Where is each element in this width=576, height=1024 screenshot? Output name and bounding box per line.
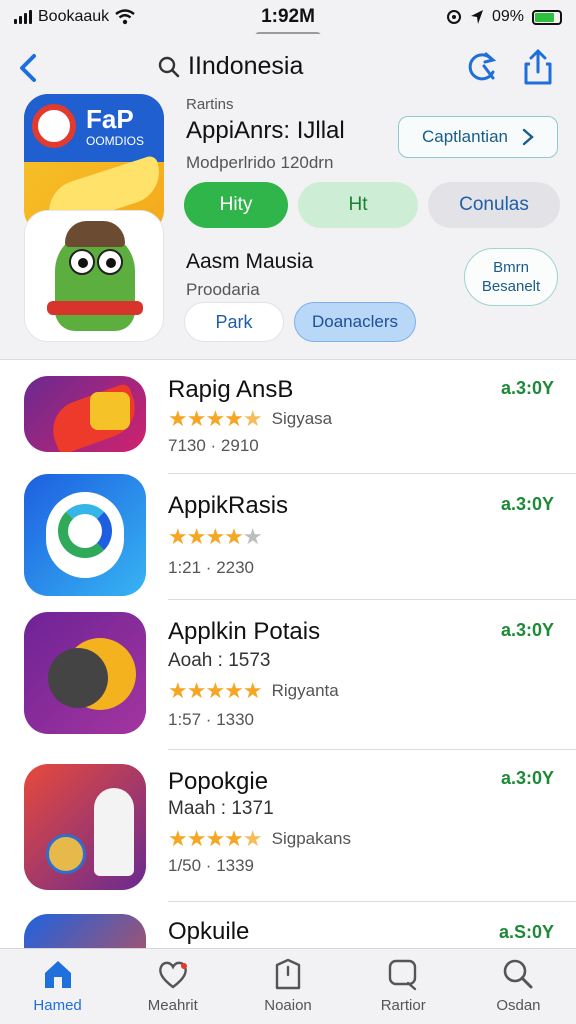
wifi-icon: [115, 9, 135, 25]
featured-app-2-info: Aasm Mausia Proodaria: [186, 250, 313, 300]
list-item[interactable]: AppikRasis ★★★★★ 1:21 · 2230 a.3:0Y: [0, 474, 576, 600]
status-left: Booka auk: [14, 8, 214, 26]
tab-search[interactable]: Osdan: [461, 949, 576, 1024]
featured-app-2-category: Proodaria: [186, 280, 260, 299]
tab-messages[interactable]: Rartior: [346, 949, 461, 1024]
rating: ★★★★★ Rigyanta: [168, 678, 339, 704]
star-rating-icon: ★★★★★: [168, 406, 263, 431]
app-stats: 1:57 · 1330: [168, 710, 255, 729]
featured-app-icon-2[interactable]: [24, 210, 164, 342]
tag-icon: [275, 958, 301, 990]
status-right: 09%: [446, 8, 562, 26]
featured-category: Rartins: [186, 96, 234, 113]
star-rating-icon: ★★★★★: [168, 524, 263, 549]
price-button[interactable]: a.3:0Y: [501, 378, 554, 399]
app-icon: [24, 764, 146, 890]
featured-app-2-button[interactable]: Bmrn Besanelt: [464, 248, 558, 306]
tab-label: Osdan: [496, 997, 541, 1014]
pill-2[interactable]: Ht: [298, 182, 418, 228]
pill-3[interactable]: Conulas: [428, 182, 560, 228]
pill-1[interactable]: Hity: [184, 182, 288, 228]
brand-logo-icon: [32, 104, 76, 148]
rating-label: Sigpakans: [271, 829, 352, 848]
tab-label: Hamed: [33, 997, 82, 1014]
rating: ★★★★★ Sigpakans: [168, 826, 351, 852]
secondary-pills: Park Doanaclers: [184, 302, 416, 342]
rating: ★★★★★: [168, 524, 263, 550]
nav-bar: IIndonesia: [0, 46, 576, 90]
filter-pills: Hity Ht Conulas: [184, 182, 560, 228]
location-icon: [470, 10, 483, 24]
search-text: IIndonesia: [188, 52, 304, 80]
status-bar: Booka auk 1:92M 09%: [0, 0, 576, 34]
battery-percent: 09%: [491, 8, 524, 25]
app-name: AppikRasis: [168, 492, 289, 519]
featured-section: IIndonesia FaP OOMDIOS Rartins AppiAnrs:…: [0, 34, 576, 360]
app-meta: Maah : 1371: [168, 798, 274, 819]
app-name: Applkin Potais: [168, 618, 321, 645]
star-rating-icon: ★★★★★: [168, 678, 263, 703]
chevron-right-icon: [522, 128, 534, 146]
eye-icon: [69, 249, 95, 275]
rating-label: Sigyasa: [271, 409, 333, 428]
app-stats: 1:21 · 2230: [168, 558, 255, 577]
chat-icon: [389, 959, 417, 991]
search-field[interactable]: IIndonesia: [158, 52, 303, 81]
app-icon: [24, 474, 146, 596]
pill-park[interactable]: Park: [184, 302, 284, 342]
icon-subtitle: OOMDIOS: [86, 134, 145, 148]
home-icon: [44, 961, 71, 988]
pill-selected[interactable]: Doanaclers: [294, 302, 416, 342]
tab-label: Meahrit: [147, 997, 198, 1014]
app-name: Popokgie: [168, 768, 269, 795]
app-meta: Aoah : 1573: [168, 650, 271, 671]
rating: ★★★★★ Sigyasa: [168, 406, 332, 432]
app-list: Rapig AnsB ★★★★★ Sigyasa 7130 · 2910 a.3…: [0, 362, 576, 1024]
featured-app-2-name: Aasm Mausia: [186, 250, 314, 273]
app-stats: 1/50 · 1339: [168, 856, 255, 875]
price-button[interactable]: a.3:0Y: [501, 494, 554, 515]
app-name: Rapig AnsB: [168, 376, 294, 403]
back-button[interactable]: [14, 52, 46, 84]
price-button[interactable]: a.S:0Y: [499, 922, 554, 943]
tab-bar: Hamed Meahrit Noaion Rartior Osdan: [0, 948, 576, 1024]
featured-action-button[interactable]: Captlantian: [398, 116, 558, 158]
rating-label: Rigyanta: [271, 681, 339, 700]
battery-icon: [532, 9, 562, 25]
app-name: Opkuile: [168, 918, 250, 945]
refresh-icon: [468, 52, 497, 81]
chevron-left-icon: [20, 54, 36, 82]
search-icon: [158, 56, 180, 77]
share-button[interactable]: [520, 48, 556, 86]
list-item[interactable]: Popokgie Maah : 1371 ★★★★★ Sigpakans 1/5…: [0, 750, 576, 902]
icon-title: FaP: [86, 104, 134, 134]
tab-home[interactable]: Hamed: [0, 949, 115, 1024]
carrier-label: Booka: [38, 8, 84, 25]
refresh-button[interactable]: [462, 48, 500, 86]
featured-app-2-button-line1: Bmrn: [493, 259, 529, 276]
tab-label: Noaion: [264, 997, 312, 1014]
tab-label: Rartior: [380, 997, 426, 1014]
app-stats: 7130 · 2910: [168, 436, 259, 455]
tab-notifications[interactable]: Noaion: [230, 949, 345, 1024]
app-icon: [24, 612, 146, 734]
app-icon: [24, 376, 146, 452]
alarm-icon: [446, 10, 461, 24]
signal-icon: [14, 10, 32, 24]
list-item[interactable]: Applkin Potais Aoah : 1573 ★★★★★ Rigyant…: [0, 600, 576, 750]
eye-icon: [97, 249, 123, 275]
list-item[interactable]: Rapig AnsB ★★★★★ Sigyasa 7130 · 2910 a.3…: [0, 362, 576, 474]
star-rating-icon: ★★★★★: [168, 826, 263, 851]
search-icon: [504, 959, 533, 989]
share-icon: [524, 49, 552, 85]
price-button[interactable]: a.3:0Y: [501, 620, 554, 641]
network-label: auk: [83, 8, 110, 25]
price-button[interactable]: a.3:0Y: [501, 768, 554, 789]
tab-favorites[interactable]: Meahrit: [115, 949, 230, 1024]
featured-app-2-button-line2: Besanelt: [481, 278, 541, 295]
featured-action-label: Captlantian: [421, 127, 508, 146]
